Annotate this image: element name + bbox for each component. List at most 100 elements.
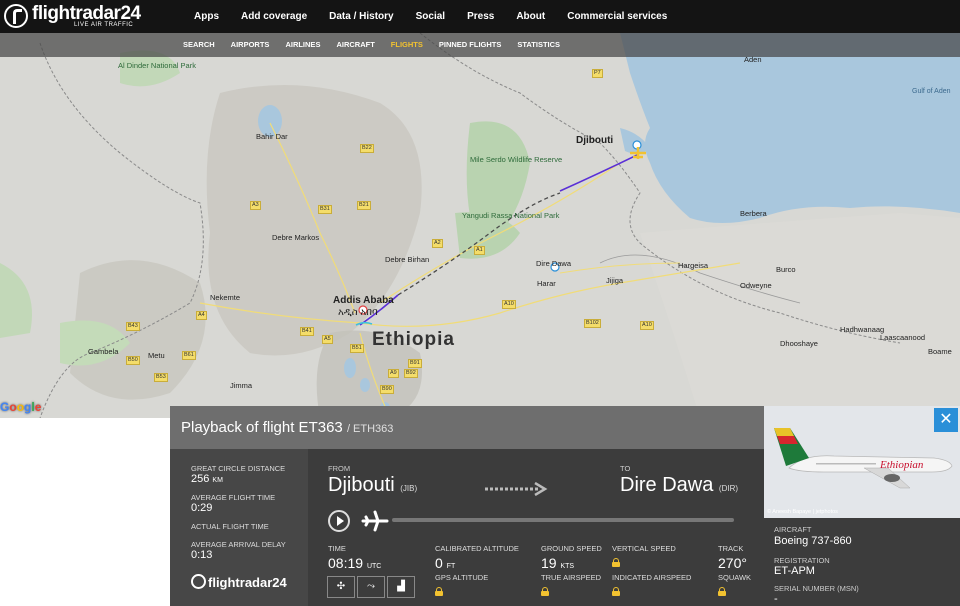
- playback-progress-bar[interactable]: [392, 518, 734, 522]
- panel-title: Playback of flight ET363 / ETH363: [181, 419, 394, 436]
- delay-label: AVERAGE ARRIVAL DELAY: [191, 540, 286, 549]
- road-shield: A5: [322, 335, 333, 344]
- to-city: Dire Dawa (DIR): [620, 474, 739, 496]
- gcd-label: GREAT CIRCLE DISTANCE: [191, 464, 286, 473]
- map-label-al-dinder: Al Dinder National Park: [118, 61, 196, 70]
- flight-map[interactable]: Al Dinder National Park Bahir Dar Debre …: [0, 33, 960, 418]
- map-tool-buttons: ✣ ⤳ ▟: [327, 576, 417, 598]
- road-shield: B22: [360, 144, 374, 153]
- road-shield: B41: [300, 327, 314, 336]
- subnav-statistics[interactable]: STATISTICS: [509, 33, 568, 57]
- indicated-airspeed-label: INDICATED AIRSPEED: [612, 573, 692, 582]
- map-label-berbera: Berbera: [740, 209, 767, 218]
- route-icon[interactable]: ⤳: [357, 576, 385, 598]
- ground-speed-label: GROUND SPEED: [541, 544, 602, 553]
- from-city: Djibouti (JIB): [328, 474, 418, 496]
- lock-icon: [435, 587, 443, 596]
- track-label: TRACK: [718, 544, 744, 553]
- calibrated-altitude-value: 0 FT: [435, 555, 456, 571]
- delay-value: 0:13: [191, 549, 213, 561]
- map-label-country: Ethiopia: [372, 329, 455, 350]
- subnav-search[interactable]: SEARCH: [175, 33, 223, 57]
- road-shield: A3: [250, 201, 261, 210]
- google-logo: Google: [0, 400, 42, 414]
- close-icon[interactable]: ✕: [934, 408, 958, 432]
- nav-data-history[interactable]: Data / History: [318, 0, 404, 33]
- map-label-laascaanood: Laascaanood: [880, 333, 926, 342]
- road-shield: B21: [357, 201, 371, 210]
- road-shield: A1: [474, 246, 485, 255]
- nav-press[interactable]: Press: [456, 0, 505, 33]
- map-label-mile-serdo: Mile Serdo Wildlife Reserve: [470, 155, 563, 164]
- road-shield: A10: [502, 300, 516, 309]
- road-shield: B43: [126, 322, 140, 331]
- road-shield: B53: [154, 373, 168, 382]
- map-label-djibouti: Djibouti: [576, 135, 614, 146]
- play-button[interactable]: [328, 510, 350, 532]
- subnav-pinned-flights[interactable]: PINNED FLIGHTS: [431, 33, 510, 57]
- road-shield: A9: [388, 369, 399, 378]
- altitude-graph-icon[interactable]: ▟: [387, 576, 415, 598]
- road-shield: A10: [640, 321, 654, 330]
- serial-value: -: [774, 593, 778, 605]
- map-label-bahir-dar: Bahir Dar: [256, 132, 288, 141]
- from-label: FROM: [328, 464, 351, 473]
- map-label-debre-birhan: Debre Birhan: [385, 255, 430, 264]
- panel-brand-logo: flightradar24: [191, 574, 287, 590]
- subnav-flights[interactable]: FLIGHTS: [383, 33, 431, 57]
- road-shield: B90: [380, 385, 394, 394]
- map-label-harar: Harar: [537, 279, 556, 288]
- top-navigation-bar: flightradar24 LIVE AIR TRAFFIC Apps Add …: [0, 0, 960, 33]
- route-arrow-icon: [485, 482, 548, 496]
- panel-callsign: / ETH363: [346, 423, 394, 435]
- map-label-yangudi: Yangudi Rassa National Park: [462, 211, 560, 220]
- map-label-debre-markos: Debre Markos: [272, 233, 320, 242]
- nav-add-coverage[interactable]: Add coverage: [230, 0, 318, 33]
- road-shield: B50: [126, 356, 140, 365]
- map-label-hargeisa: Hargeisa: [678, 261, 709, 270]
- map-label-gulf-of-aden: Gulf of Aden: [912, 88, 951, 95]
- map-label-burco: Burco: [776, 265, 796, 274]
- aircraft-label: AIRCRAFT: [774, 525, 812, 534]
- nav-about[interactable]: About: [505, 0, 556, 33]
- map-label-gambela: Gambela: [88, 347, 119, 356]
- aircraft-image: Ethiopian: [764, 406, 960, 518]
- svg-text:Ethiopian: Ethiopian: [879, 459, 924, 471]
- sub-navigation-bar: SEARCH AIRPORTS AIRLINES AIRCRAFT FLIGHT…: [0, 33, 960, 57]
- lock-icon: [612, 558, 620, 567]
- aircraft-photo[interactable]: Ethiopian © Aneesh Bapaye | jetphotos: [764, 406, 960, 518]
- map-label-boame: Boame: [928, 347, 952, 356]
- fr24-icon: [191, 574, 206, 589]
- map-label-metu: Metu: [148, 351, 165, 360]
- subnav-airports[interactable]: AIRPORTS: [223, 33, 278, 57]
- subnav-airlines[interactable]: AIRLINES: [277, 33, 328, 57]
- track-value: 270°: [718, 555, 747, 571]
- ground-speed-value: 19 KTS: [541, 555, 575, 571]
- lock-icon: [541, 587, 549, 596]
- aircraft-value: Boeing 737-860: [774, 535, 852, 547]
- top-nav-menu: Apps Add coverage Data / History Social …: [183, 0, 678, 33]
- subnav-aircraft[interactable]: AIRCRAFT: [328, 33, 382, 57]
- aft-value: 0:29: [191, 502, 213, 514]
- map-label-nekemte: Nekemte: [210, 293, 241, 302]
- lock-icon: [612, 587, 620, 596]
- squawk-label: SQUAWK: [718, 573, 752, 582]
- plane-icon[interactable]: [360, 508, 390, 534]
- road-shield: A2: [432, 239, 443, 248]
- nav-social[interactable]: Social: [405, 0, 456, 33]
- registration-value: ET-APM: [774, 565, 815, 577]
- nav-commercial-services[interactable]: Commercial services: [556, 0, 678, 33]
- vertical-speed-label: VERTICAL SPEED: [612, 544, 676, 553]
- playback-panel: Playback of flight ET363 / ETH363 GREAT …: [170, 406, 764, 606]
- registration-label: REGISTRATION: [774, 556, 830, 565]
- map-label-hadhwanaag: Hadhwanaag: [840, 325, 885, 334]
- map-label-addis-native: አዲስ አበባ: [338, 307, 378, 318]
- nav-apps[interactable]: Apps: [183, 0, 230, 33]
- flightradar24-logo[interactable]: flightradar24 LIVE AIR TRAFFIC: [4, 2, 141, 31]
- true-airspeed-label: TRUE AIRSPEED: [541, 573, 602, 582]
- fit-view-icon[interactable]: ✣: [327, 576, 355, 598]
- flight-stats: GREAT CIRCLE DISTANCE 256 KM AVERAGE FLI…: [170, 449, 308, 606]
- aft-label: AVERAGE FLIGHT TIME: [191, 493, 276, 502]
- map-canvas: [0, 33, 960, 418]
- photo-credit: © Aneesh Bapaye | jetphotos: [767, 509, 838, 515]
